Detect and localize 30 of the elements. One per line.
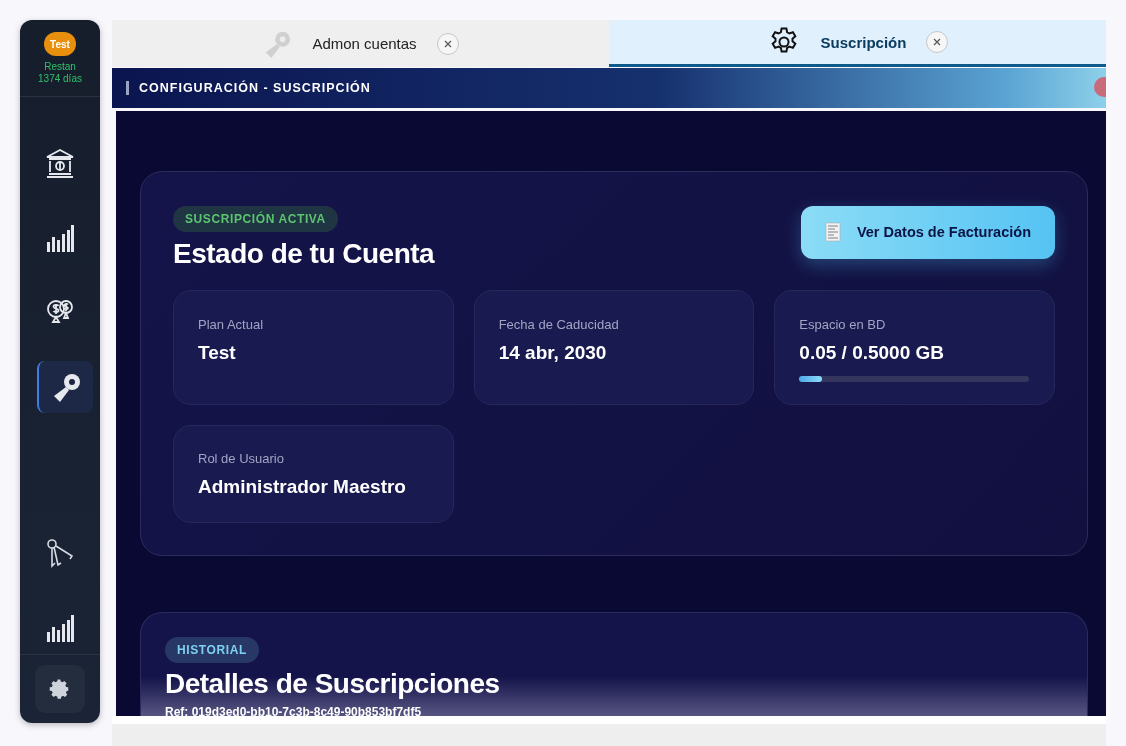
stat-value: 0.05 / 0.5000 GB <box>799 341 946 364</box>
stat-label: Rol de Usuario <box>198 450 285 466</box>
history-badge: HISTORIAL <box>165 636 259 663</box>
bar-chart-icon <box>44 612 76 645</box>
nav-item[interactable] <box>37 361 93 413</box>
billing-button[interactable]: Ver Datos de Facturación <box>800 205 1055 259</box>
close-icon <box>933 38 942 47</box>
stat-value: Test <box>198 341 237 364</box>
tab[interactable]: Suscripción <box>609 20 1106 68</box>
settings-button[interactable] <box>35 665 85 713</box>
section-title: Estado de tu Cuenta <box>173 237 435 270</box>
stat-label: Fecha de Caducidad <box>498 316 620 332</box>
stat-value: 14 abr, 2030 <box>498 341 608 364</box>
settings-icon <box>49 678 71 700</box>
remaining-days: Restan 1374 días <box>38 61 82 84</box>
close-icon <box>443 39 452 48</box>
bank-icon <box>44 146 76 179</box>
receipt-icon <box>824 222 841 243</box>
stat-value: Administrador Maestro <box>198 475 407 498</box>
reference-id: Ref: 019d3ed0-bb10-7c3b-8c49-90b853bf7df5 <box>165 704 422 717</box>
close-button[interactable] <box>436 32 459 55</box>
page-title: CONFIGURACIÓN - SUSCRIPCIÓN <box>126 81 371 96</box>
close-button[interactable] <box>926 31 949 54</box>
keys-icon <box>44 537 76 570</box>
stat-label: Espacio en BD <box>799 316 887 332</box>
tab[interactable]: Admon cuentas <box>112 20 609 68</box>
stat-label: Plan Actual <box>198 316 265 332</box>
plan-badge: Test <box>44 32 76 56</box>
status-badge: SUSCRIPCIÓN ACTIVA <box>173 205 338 232</box>
section-title: Detalles de Suscripciones <box>165 667 500 700</box>
